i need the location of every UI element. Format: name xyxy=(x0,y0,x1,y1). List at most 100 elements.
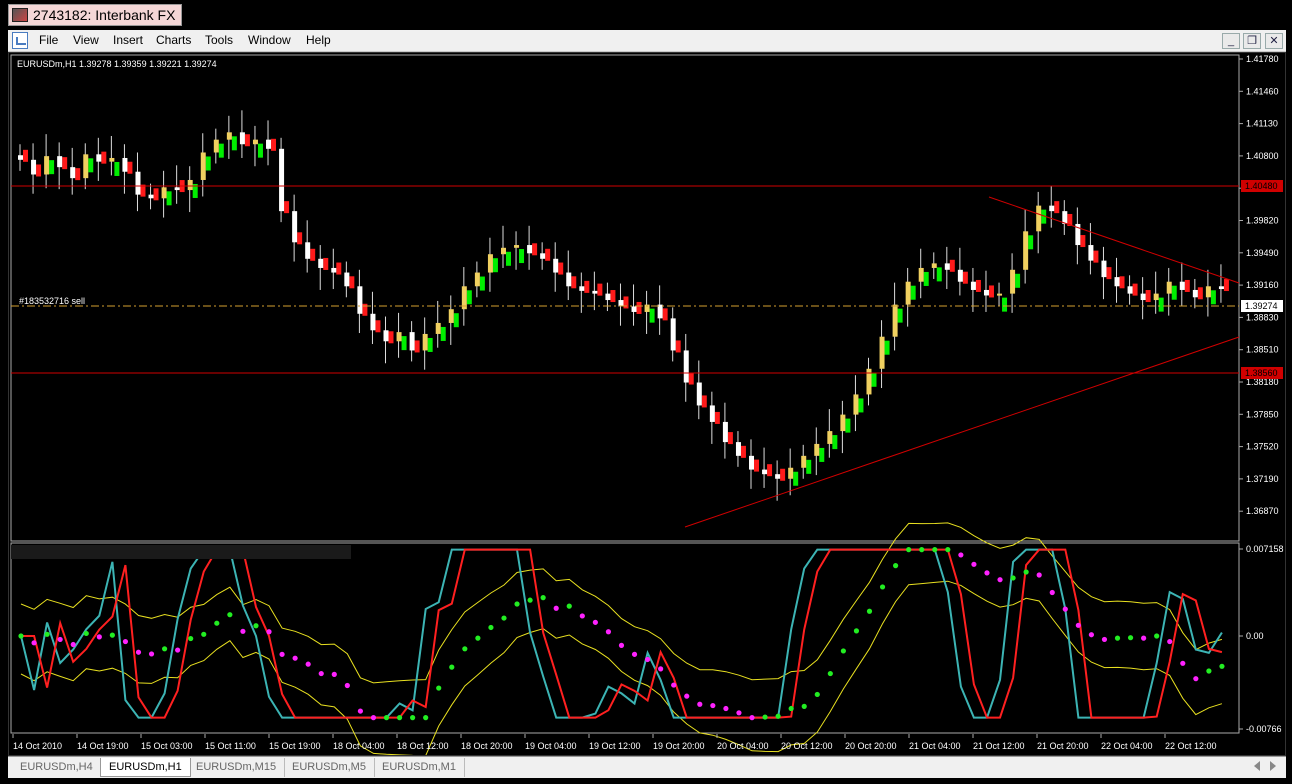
trend-bar xyxy=(244,134,250,147)
window-title-box: 2743182: Interbank FX xyxy=(8,4,183,26)
trend-dot xyxy=(919,547,925,553)
candle-body xyxy=(500,247,506,255)
trend-dot xyxy=(853,628,860,634)
minimize-button[interactable]: _ xyxy=(1222,33,1240,49)
trend-dot xyxy=(57,636,63,643)
menu-tools[interactable]: Tools xyxy=(205,33,233,47)
trend-dot xyxy=(135,649,142,655)
time-tick-label: 22 Oct 12:00 xyxy=(1165,741,1217,751)
menu-charts[interactable]: Charts xyxy=(156,33,191,47)
trend-dot xyxy=(410,715,416,721)
trend-bar xyxy=(36,164,42,177)
menu-window[interactable]: Window xyxy=(248,33,291,47)
candle-body xyxy=(631,306,637,312)
candle-body xyxy=(96,154,102,162)
trend-bar xyxy=(1106,267,1112,280)
trend-dot xyxy=(488,624,494,631)
candle-body xyxy=(31,159,37,175)
trend-dot xyxy=(1167,638,1173,645)
trend-bar xyxy=(466,290,472,305)
chart-document-icon[interactable] xyxy=(12,32,28,49)
candle-body xyxy=(840,414,846,432)
menu-help[interactable]: Help xyxy=(306,33,331,47)
tab-scroll-right-icon[interactable] xyxy=(1270,761,1276,771)
trend-dot xyxy=(1075,622,1081,628)
trend-bar xyxy=(1145,290,1151,303)
chart-window[interactable]: 1.417801.414601.411301.408001.401401.398… xyxy=(8,52,1286,757)
candle-body xyxy=(1114,277,1120,287)
trend-bar xyxy=(401,336,407,351)
trend-dot xyxy=(475,635,481,641)
candle-body xyxy=(1153,293,1159,301)
trend-dot xyxy=(83,630,89,637)
candle-body xyxy=(1010,269,1016,294)
chart-tab-bar: EURUSDm,H4 EURUSDm,H1 EURUSDm,M15 EURUSD… xyxy=(8,756,1286,778)
trend-bar xyxy=(1132,283,1138,296)
candle-body xyxy=(931,263,937,268)
close-button[interactable]: ✕ xyxy=(1265,33,1283,49)
trend-dot xyxy=(318,670,324,677)
trend-dot xyxy=(462,646,468,652)
trend-dot xyxy=(644,656,651,663)
trend-dot xyxy=(1036,572,1042,578)
trend-dot xyxy=(788,705,794,712)
time-tick-label: 18 Oct 12:00 xyxy=(397,741,449,751)
menu-insert[interactable]: Insert xyxy=(113,33,143,47)
trend-dot xyxy=(370,715,377,721)
candle-body xyxy=(487,254,493,273)
time-tick-label: 22 Oct 04:00 xyxy=(1101,741,1153,751)
trend-dot xyxy=(984,570,990,576)
trend-dot xyxy=(579,613,585,619)
trend-bar xyxy=(688,372,694,385)
trend-bar xyxy=(610,290,616,303)
menu-bar: File View Insert Charts Tools Window Hel… xyxy=(8,30,1286,52)
candle-body xyxy=(161,187,167,199)
tab-eurusdm-m1[interactable]: EURUSDm,M1 xyxy=(374,758,465,777)
trend-bar xyxy=(519,249,525,264)
candle-body xyxy=(1049,205,1055,212)
restore-button[interactable]: ❐ xyxy=(1243,33,1261,49)
trend-bar xyxy=(845,418,851,433)
time-tick-label: 20 Oct 12:00 xyxy=(781,741,833,751)
trend-dot xyxy=(253,623,259,629)
candle-body xyxy=(905,281,911,305)
candle-body xyxy=(279,148,285,212)
trend-bar xyxy=(505,251,511,266)
price-tick-label: 1.40800 xyxy=(1246,151,1279,161)
trend-dot xyxy=(44,631,50,637)
trend-bar xyxy=(231,136,237,151)
trend-bar xyxy=(440,326,446,341)
candle-body xyxy=(735,442,741,456)
trend-dot xyxy=(1101,636,1108,643)
tab-eurusdm-m15[interactable]: EURUSDm,M15 xyxy=(188,758,286,777)
trend-bar xyxy=(1093,250,1099,263)
menu-file[interactable]: File xyxy=(39,33,58,47)
trend-bar xyxy=(975,279,981,292)
chart-canvas[interactable]: 1.417801.414601.411301.408001.401401.398… xyxy=(9,53,1285,757)
trend-dot xyxy=(109,632,115,638)
trend-bar xyxy=(871,372,877,387)
trend-bar xyxy=(571,276,577,289)
menu-view[interactable]: View xyxy=(73,33,99,47)
trend-dot xyxy=(801,703,807,710)
upper-level-price-label: 1.40480 xyxy=(1245,181,1278,191)
trend-bar xyxy=(532,243,538,256)
tab-eurusdm-h4[interactable]: EURUSDm,H4 xyxy=(12,758,102,777)
trend-bar xyxy=(740,445,746,458)
tab-scroll-left-icon[interactable] xyxy=(1254,761,1260,771)
price-tick-label: 1.39160 xyxy=(1246,280,1279,290)
tab-eurusdm-h1[interactable]: EURUSDm,H1 xyxy=(100,758,191,777)
time-tick-label: 15 Oct 11:00 xyxy=(205,741,256,751)
indicator-tick-label: -0.00766 xyxy=(1246,724,1282,734)
trend-dot xyxy=(436,685,442,691)
candle-body xyxy=(566,272,572,287)
candle-body xyxy=(344,272,350,287)
tab-eurusdm-m5[interactable]: EURUSDm,M5 xyxy=(284,758,375,777)
trend-bar xyxy=(284,201,290,214)
trend-dot xyxy=(1193,676,1199,682)
trend-dot xyxy=(514,601,520,607)
trend-bar xyxy=(1197,287,1203,300)
trend-bar xyxy=(297,232,303,245)
trend-dot xyxy=(214,620,220,626)
indicator-name-redacted xyxy=(11,545,351,559)
